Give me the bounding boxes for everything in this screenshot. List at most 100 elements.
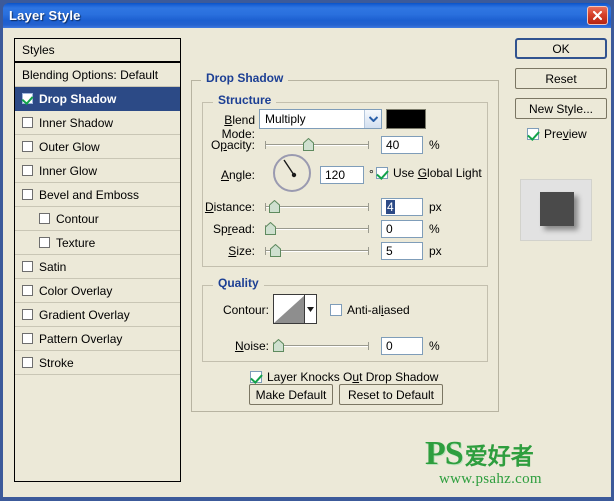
size-label: Size:	[228, 244, 255, 258]
blend-mode-select[interactable]: Multiply	[259, 109, 382, 129]
checkbox-gradient-overlay[interactable]	[22, 309, 33, 320]
use-global-light-box[interactable]	[376, 167, 388, 179]
quality-group-title: Quality	[213, 276, 264, 290]
preview-checkbox[interactable]: Preview	[527, 127, 587, 141]
title-bar[interactable]: Layer Style	[3, 3, 611, 28]
style-row-drop-shadow[interactable]: Drop Shadow	[15, 87, 180, 111]
style-row-contour[interactable]: Contour	[15, 207, 180, 231]
preview-square	[540, 192, 574, 226]
distance-slider[interactable]	[265, 200, 369, 214]
chevron-down-icon	[364, 110, 381, 128]
spread-input[interactable]: 0	[381, 220, 423, 238]
noise-slider-thumb[interactable]	[273, 339, 284, 352]
spread-slider[interactable]	[265, 222, 369, 236]
size-unit: px	[429, 244, 442, 258]
watermark-brand: PS	[425, 435, 464, 472]
style-label-inner-glow: Inner Glow	[39, 163, 98, 178]
reset-to-default-button[interactable]: Reset to Default	[339, 384, 443, 405]
checkbox-bevel-and-emboss[interactable]	[22, 189, 33, 200]
checkbox-pattern-overlay[interactable]	[22, 333, 33, 344]
style-label-pattern-overlay: Pattern Overlay	[39, 331, 123, 346]
anti-aliased-label: Anti-aliased	[347, 303, 410, 317]
angle-input[interactable]: 120	[320, 166, 364, 184]
layer-knocks-out-checkbox[interactable]: Layer Knocks Out Drop Shadow	[250, 370, 438, 384]
shadow-color-swatch[interactable]	[386, 109, 426, 129]
use-global-light-label: Use Global Light	[393, 166, 482, 180]
contour-curve-preview	[274, 295, 304, 323]
angle-label: Angle:	[220, 168, 255, 182]
opacity-slider-track	[265, 144, 369, 146]
blending-options-label: Blending Options: Default	[22, 67, 159, 82]
opacity-value: 40	[386, 138, 400, 152]
angle-dial-indicator	[283, 159, 297, 178]
style-label-texture: Texture	[56, 235, 96, 250]
spread-unit: %	[429, 222, 440, 236]
noise-input[interactable]: 0	[381, 337, 423, 355]
anti-aliased-checkbox[interactable]: Anti-aliased	[330, 303, 410, 317]
style-label-satin: Satin	[39, 259, 67, 274]
noise-slider[interactable]	[273, 339, 369, 353]
preview-box[interactable]	[527, 128, 539, 140]
checkbox-texture[interactable]	[39, 237, 50, 248]
angle-dial[interactable]	[273, 154, 311, 192]
use-global-light-checkbox[interactable]: Use Global Light	[376, 166, 482, 180]
distance-slider-thumb[interactable]	[269, 200, 280, 213]
checkbox-stroke[interactable]	[22, 357, 33, 368]
checkbox-inner-glow[interactable]	[22, 165, 33, 176]
styles-list-header: Styles	[15, 39, 180, 63]
style-label-outer-glow: Outer Glow	[39, 139, 100, 154]
checkbox-inner-shadow[interactable]	[22, 117, 33, 128]
checkbox-contour[interactable]	[39, 213, 50, 224]
size-slider[interactable]	[265, 244, 369, 258]
style-row-bevel-and-emboss[interactable]: Bevel and Emboss	[15, 183, 180, 207]
spread-slider-thumb[interactable]	[265, 222, 276, 235]
contour-swatch[interactable]	[273, 294, 317, 324]
distance-input[interactable]: 4	[381, 198, 423, 216]
new-style-button[interactable]: New Style...	[515, 98, 607, 119]
styles-header-label: Styles	[22, 43, 55, 57]
reset-button[interactable]: Reset	[515, 68, 607, 89]
styles-list[interactable]: Styles Blending Options: Default Drop Sh…	[14, 38, 181, 482]
checkbox-outer-glow[interactable]	[22, 141, 33, 152]
style-row-outer-glow[interactable]: Outer Glow	[15, 135, 180, 159]
preview-label: Preview	[544, 127, 587, 141]
size-slider-thumb[interactable]	[270, 244, 281, 257]
opacity-label: Opacity:	[210, 138, 255, 152]
contour-dropdown-arrow-icon[interactable]	[304, 295, 316, 323]
size-slider-cap-left	[265, 247, 266, 255]
blend-mode-value: Multiply	[265, 112, 306, 126]
noise-unit: %	[429, 339, 440, 353]
style-row-pattern-overlay[interactable]: Pattern Overlay	[15, 327, 180, 351]
watermark: PS爱好者 www.psahz.com	[425, 437, 603, 493]
make-default-button[interactable]: Make Default	[249, 384, 333, 405]
style-row-inner-glow[interactable]: Inner Glow	[15, 159, 180, 183]
checkbox-satin[interactable]	[22, 261, 33, 272]
opacity-slider[interactable]	[265, 138, 369, 152]
style-row-gradient-overlay[interactable]: Gradient Overlay	[15, 303, 180, 327]
opacity-input[interactable]: 40	[381, 136, 423, 154]
ok-button[interactable]: OK	[515, 38, 607, 59]
layer-knocks-out-label: Layer Knocks Out Drop Shadow	[267, 370, 439, 384]
size-input[interactable]: 5	[381, 242, 423, 260]
close-button[interactable]	[587, 6, 608, 25]
style-row-stroke[interactable]: Stroke	[15, 351, 180, 375]
spread-slider-cap-right	[368, 225, 369, 233]
distance-label: Distance:	[204, 200, 255, 214]
watermark-brand-cn: 爱好者	[464, 443, 534, 469]
spread-value: 0	[386, 222, 393, 236]
style-row-satin[interactable]: Satin	[15, 255, 180, 279]
checkbox-drop-shadow[interactable]	[22, 93, 33, 104]
style-label-bevel-and-emboss: Bevel and Emboss	[39, 187, 140, 202]
drop-shadow-group-title: Drop Shadow	[201, 71, 289, 85]
opacity-slider-thumb[interactable]	[303, 138, 314, 151]
blending-options-row[interactable]: Blending Options: Default	[15, 63, 180, 87]
style-row-inner-shadow[interactable]: Inner Shadow	[15, 111, 180, 135]
anti-aliased-box[interactable]	[330, 304, 342, 316]
layer-knocks-out-box[interactable]	[250, 371, 262, 383]
checkbox-color-overlay[interactable]	[22, 285, 33, 296]
noise-label: Noise:	[234, 339, 269, 353]
style-row-color-overlay[interactable]: Color Overlay	[15, 279, 180, 303]
style-row-texture[interactable]: Texture	[15, 231, 180, 255]
size-value: 5	[386, 244, 393, 258]
preview-thumbnail	[520, 179, 592, 241]
